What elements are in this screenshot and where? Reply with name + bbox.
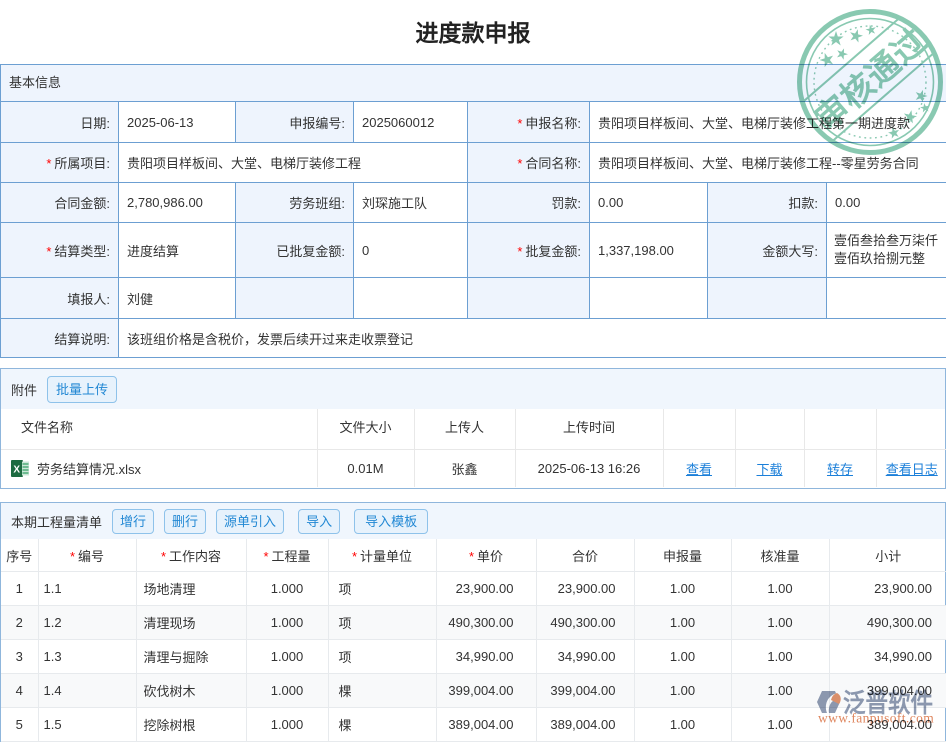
svg-text:X: X: [13, 465, 20, 476]
svg-text:审核通过: 审核通过: [808, 22, 933, 138]
svg-text:www.fanpusoft.com: www.fanpusoft.com: [818, 711, 934, 726]
